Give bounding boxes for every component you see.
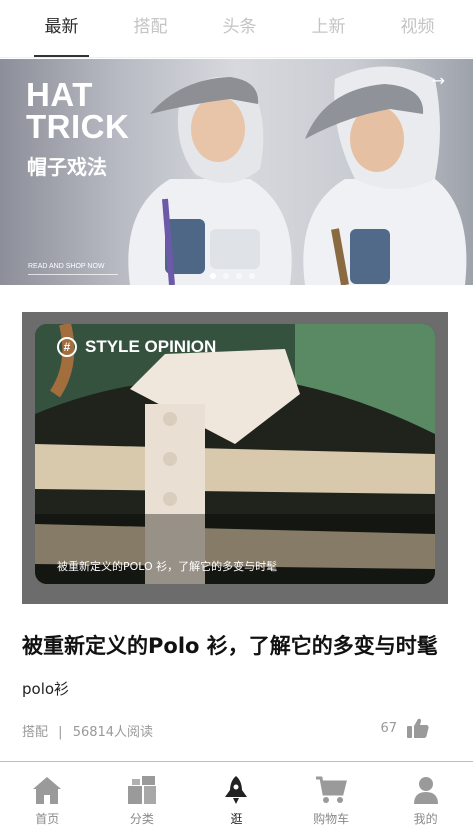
tab-outfit[interactable]: 搭配 bbox=[106, 0, 195, 58]
thumbs-up-icon bbox=[407, 718, 429, 738]
nav-category[interactable]: 分类 bbox=[95, 762, 190, 836]
banner-carousel[interactable]: HAT TRICK 帽子戏法 → READ AND SHOP NOW bbox=[0, 59, 473, 285]
tab-video[interactable]: 视频 bbox=[373, 0, 462, 58]
banner-model-left-image bbox=[128, 76, 292, 285]
home-icon bbox=[33, 777, 62, 804]
tab-new-arrivals[interactable]: 上新 bbox=[284, 0, 373, 58]
banner-shop-underline bbox=[28, 274, 118, 275]
nav-home-label: 首页 bbox=[35, 812, 60, 826]
article-category: 搭配 bbox=[22, 725, 49, 740]
tab-headlines[interactable]: 头条 bbox=[195, 0, 284, 58]
polo-shirt-image bbox=[35, 324, 435, 584]
article-title[interactable]: 被重新定义的Polo 衫，了解它的多变与时髦 bbox=[22, 630, 452, 660]
banner-shop-text[interactable]: READ AND SHOP NOW bbox=[28, 263, 105, 270]
tab-divider bbox=[0, 57, 473, 58]
nav-explore[interactable]: 逛 bbox=[189, 762, 284, 836]
nav-cart-label: 购物车 bbox=[313, 812, 350, 826]
hash-icon: # bbox=[57, 337, 77, 357]
category-icon bbox=[127, 776, 156, 804]
rocket-icon bbox=[225, 776, 248, 804]
nav-profile[interactable]: 我的 bbox=[378, 762, 473, 836]
like-count: 67 bbox=[380, 720, 397, 736]
carousel-dot-3[interactable] bbox=[236, 273, 242, 279]
article-cover-image: # STYLE OPINION 被重新定义的POLO 衫，了解它的多变与时髦 bbox=[35, 324, 435, 584]
article-image-caption: 被重新定义的POLO 衫，了解它的多变与时髦 bbox=[57, 560, 278, 573]
nav-explore-label: 逛 bbox=[230, 812, 243, 826]
top-tab-bar: 最新 搭配 头条 上新 视频 bbox=[0, 0, 473, 58]
banner-title-line2: TRICK bbox=[26, 108, 130, 145]
user-icon bbox=[413, 777, 438, 804]
article-read-count: 56814人阅读 bbox=[72, 725, 154, 740]
banner-subtitle: 帽子戏法 bbox=[27, 155, 107, 179]
carousel-dot-2[interactable] bbox=[223, 273, 229, 279]
meta-separator: | bbox=[58, 725, 63, 740]
article-cover[interactable]: # STYLE OPINION 被重新定义的POLO 衫，了解它的多变与时髦 bbox=[22, 312, 448, 604]
bottom-nav-bar: 首页 分类 逛 购物车 我的 bbox=[0, 761, 473, 836]
banner-arrow-icon[interactable]: → bbox=[432, 71, 445, 90]
style-opinion-badge: # STYLE OPINION bbox=[57, 337, 216, 357]
banner-title: HAT TRICK bbox=[26, 76, 130, 145]
article-meta: 搭配 | 56814人阅读 bbox=[22, 721, 153, 740]
tab-latest[interactable]: 最新 bbox=[17, 0, 106, 58]
cart-icon bbox=[316, 776, 347, 803]
article-tag[interactable]: polo衫 bbox=[22, 678, 69, 699]
nav-profile-label: 我的 bbox=[413, 812, 438, 826]
banner-model-right-image bbox=[303, 66, 467, 285]
nav-category-label: 分类 bbox=[129, 812, 154, 826]
carousel-dot-4[interactable] bbox=[249, 273, 255, 279]
carousel-indicators bbox=[210, 273, 262, 279]
carousel-dot-1[interactable] bbox=[210, 273, 216, 279]
nav-home[interactable]: 首页 bbox=[0, 762, 95, 836]
banner-title-line1: HAT bbox=[26, 76, 93, 113]
like-button[interactable]: 67 bbox=[380, 718, 429, 738]
style-opinion-label: STYLE OPINION bbox=[85, 337, 217, 356]
nav-cart[interactable]: 购物车 bbox=[284, 762, 379, 836]
